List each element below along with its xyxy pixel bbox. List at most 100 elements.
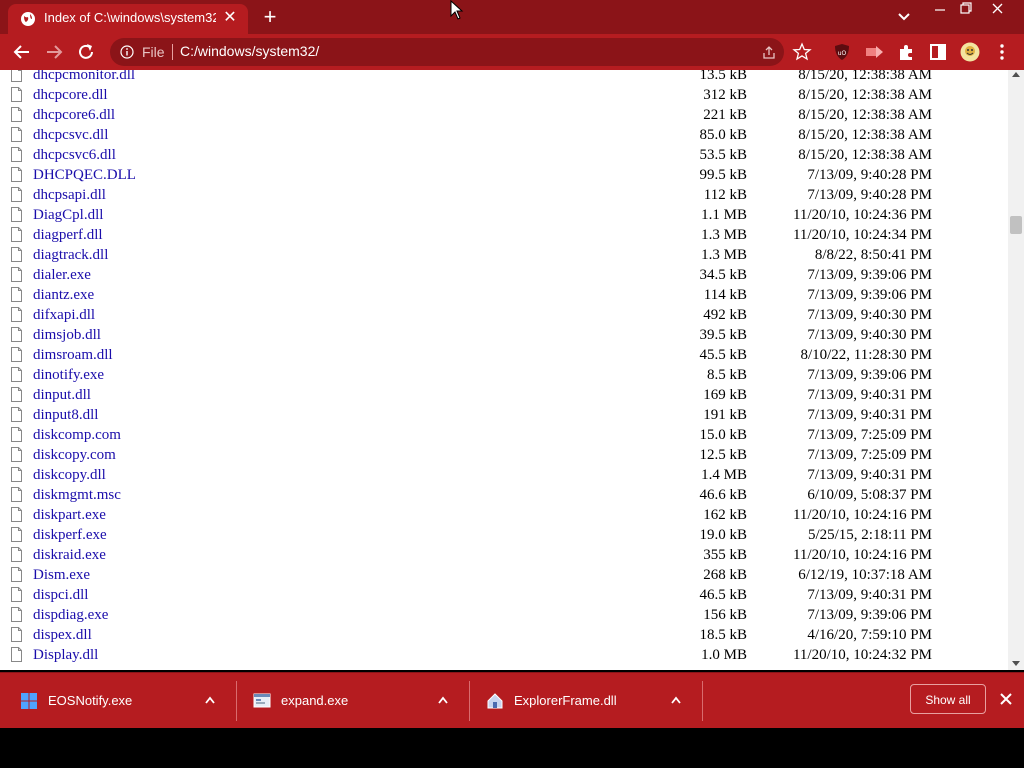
close-icon[interactable] — [998, 691, 1014, 707]
file-icon — [11, 547, 22, 562]
file-date: 8/15/20, 12:38:38 AM — [798, 70, 932, 83]
file-date: 11/20/10, 10:24:16 PM — [792, 507, 932, 523]
file-date: 8/15/20, 12:38:38 AM — [798, 147, 932, 163]
file-name-link[interactable]: dispdiag.exe — [33, 607, 108, 624]
file-name-link[interactable]: dhcpcore.dll — [33, 87, 108, 104]
file-name-link[interactable]: dialer.exe — [33, 267, 91, 284]
file-name-link[interactable]: dispci.dll — [33, 587, 88, 604]
file-name-link[interactable]: dispex.dll — [33, 627, 92, 644]
chevron-down-icon[interactable] — [893, 8, 915, 26]
reload-icon[interactable] — [74, 40, 98, 64]
ublock-origin-icon[interactable]: uO — [832, 42, 852, 62]
restore-icon[interactable] — [952, 0, 980, 18]
back-arrow-icon[interactable] — [10, 40, 34, 64]
table-row: Dism.exe 268 kB 6/12/19, 10:37:18 AM — [0, 566, 1008, 586]
file-name-link[interactable]: dimsjob.dll — [33, 327, 101, 344]
extension-arrow-icon[interactable] — [864, 42, 884, 62]
file-size: 12.5 kB — [699, 447, 747, 463]
file-name-link[interactable]: dinput8.dll — [33, 407, 98, 424]
file-date: 11/20/10, 10:24:32 PM — [792, 647, 932, 663]
chevron-up-icon[interactable] — [204, 695, 216, 705]
file-name-link[interactable]: diskperf.exe — [33, 527, 107, 544]
chevron-up-icon[interactable] — [670, 695, 682, 705]
file-name-link[interactable]: diagtrack.dll — [33, 247, 108, 264]
download-divider — [702, 681, 703, 721]
star-bookmark-icon[interactable] — [792, 42, 812, 62]
active-tab[interactable]: Index of C:\windows\system32\ ✕ — [8, 4, 248, 34]
forward-arrow-icon[interactable] — [42, 40, 66, 64]
file-name-link[interactable]: diskcomp.com — [33, 427, 121, 444]
table-row: diagperf.dll 1.3 MB 11/20/10, 10:24:34 PM — [0, 226, 1008, 246]
menu-kebab-icon[interactable] — [992, 42, 1012, 62]
file-name-link[interactable]: DHCPQEC.DLL — [33, 167, 136, 184]
download-item[interactable]: expand.exe — [233, 673, 465, 729]
file-name-link[interactable]: diantz.exe — [33, 287, 94, 304]
file-icon — [11, 70, 22, 82]
info-icon[interactable] — [120, 45, 134, 59]
download-shelf: EOSNotify.exe expand.exe ExplorerFrame.d… — [0, 672, 1024, 729]
side-panel-icon[interactable] — [928, 42, 948, 62]
tab-strip: Index of C:\windows\system32\ ✕ + — [0, 0, 1024, 34]
new-tab-button[interactable]: + — [258, 5, 282, 29]
file-date: 7/13/09, 9:40:31 PM — [807, 387, 932, 403]
file-name-link[interactable]: DiagCpl.dll — [33, 207, 103, 224]
show-all-button[interactable]: Show all — [910, 684, 986, 714]
scrollbar-thumb[interactable] — [1010, 216, 1022, 234]
file-name-link[interactable]: dhcpcsvc.dll — [33, 127, 108, 144]
download-item[interactable]: EOSNotify.exe — [0, 673, 232, 729]
file-size: 34.5 kB — [699, 267, 747, 283]
file-date: 11/20/10, 10:24:36 PM — [792, 207, 932, 223]
address-bar[interactable]: File C:/windows/system32/ — [110, 38, 784, 66]
file-size: 1.0 MB — [701, 647, 747, 663]
close-window-icon[interactable] — [984, 0, 1012, 18]
file-name-link[interactable]: diskcopy.dll — [33, 467, 106, 484]
table-row: dinotify.exe 8.5 kB 7/13/09, 9:39:06 PM — [0, 366, 1008, 386]
window-app-icon — [253, 693, 271, 708]
file-name-link[interactable]: dhcpcore6.dll — [33, 107, 115, 124]
file-icon — [11, 567, 22, 582]
table-row: diskcopy.com 12.5 kB 7/13/09, 7:25:09 PM — [0, 446, 1008, 466]
file-icon — [11, 427, 22, 442]
file-date: 7/13/09, 9:39:06 PM — [807, 287, 932, 303]
file-name-link[interactable]: diskmgmt.msc — [33, 487, 121, 504]
address-url[interactable]: C:/windows/system32/ — [180, 43, 319, 59]
file-name-link[interactable]: dhcpcmonitor.dll — [33, 70, 135, 84]
table-row: diskraid.exe 355 kB 11/20/10, 10:24:16 PM — [0, 546, 1008, 566]
scroll-up-icon[interactable] — [1012, 72, 1020, 77]
file-date: 8/10/22, 11:28:30 PM — [800, 347, 932, 363]
file-name-link[interactable]: dimsroam.dll — [33, 347, 113, 364]
file-size: 355 kB — [703, 547, 747, 563]
file-icon — [11, 527, 22, 542]
file-icon — [11, 447, 22, 462]
file-name-link[interactable]: Display.dll — [33, 647, 98, 664]
file-date: 7/13/09, 9:40:30 PM — [807, 327, 932, 343]
file-name-link[interactable]: Dism.exe — [33, 567, 90, 584]
puzzle-extensions-icon[interactable] — [896, 42, 916, 62]
file-date: 7/13/09, 9:40:28 PM — [807, 187, 932, 203]
file-name-link[interactable]: diskcopy.com — [33, 447, 116, 464]
file-name-link[interactable]: diskpart.exe — [33, 507, 106, 524]
file-name-link[interactable]: dinput.dll — [33, 387, 91, 404]
file-name-link[interactable]: difxapi.dll — [33, 307, 95, 324]
file-name-link[interactable]: dhcpsapi.dll — [33, 187, 106, 204]
profile-avatar-icon[interactable] — [960, 42, 980, 62]
share-icon[interactable] — [761, 44, 777, 60]
download-item[interactable]: ExplorerFrame.dll — [466, 673, 698, 729]
file-name-link[interactable]: dhcpcsvc6.dll — [33, 147, 116, 164]
table-row: difxapi.dll 492 kB 7/13/09, 9:40:30 PM — [0, 306, 1008, 326]
scroll-down-icon[interactable] — [1012, 661, 1020, 666]
file-name-link[interactable]: diskraid.exe — [33, 547, 106, 564]
file-icon — [11, 407, 22, 422]
tab-close-icon[interactable]: ✕ — [220, 8, 240, 28]
file-icon — [11, 387, 22, 402]
vertical-scrollbar[interactable] — [1008, 70, 1024, 670]
file-name-link[interactable]: diagperf.dll — [33, 227, 103, 244]
minimize-icon[interactable] — [926, 0, 954, 18]
file-date: 8/15/20, 12:38:38 AM — [798, 87, 932, 103]
file-size: 1.3 MB — [701, 247, 747, 263]
table-row: diantz.exe 114 kB 7/13/09, 9:39:06 PM — [0, 286, 1008, 306]
file-name-link[interactable]: dinotify.exe — [33, 367, 104, 384]
file-icon — [11, 487, 22, 502]
file-icon — [11, 347, 22, 362]
chevron-up-icon[interactable] — [437, 695, 449, 705]
